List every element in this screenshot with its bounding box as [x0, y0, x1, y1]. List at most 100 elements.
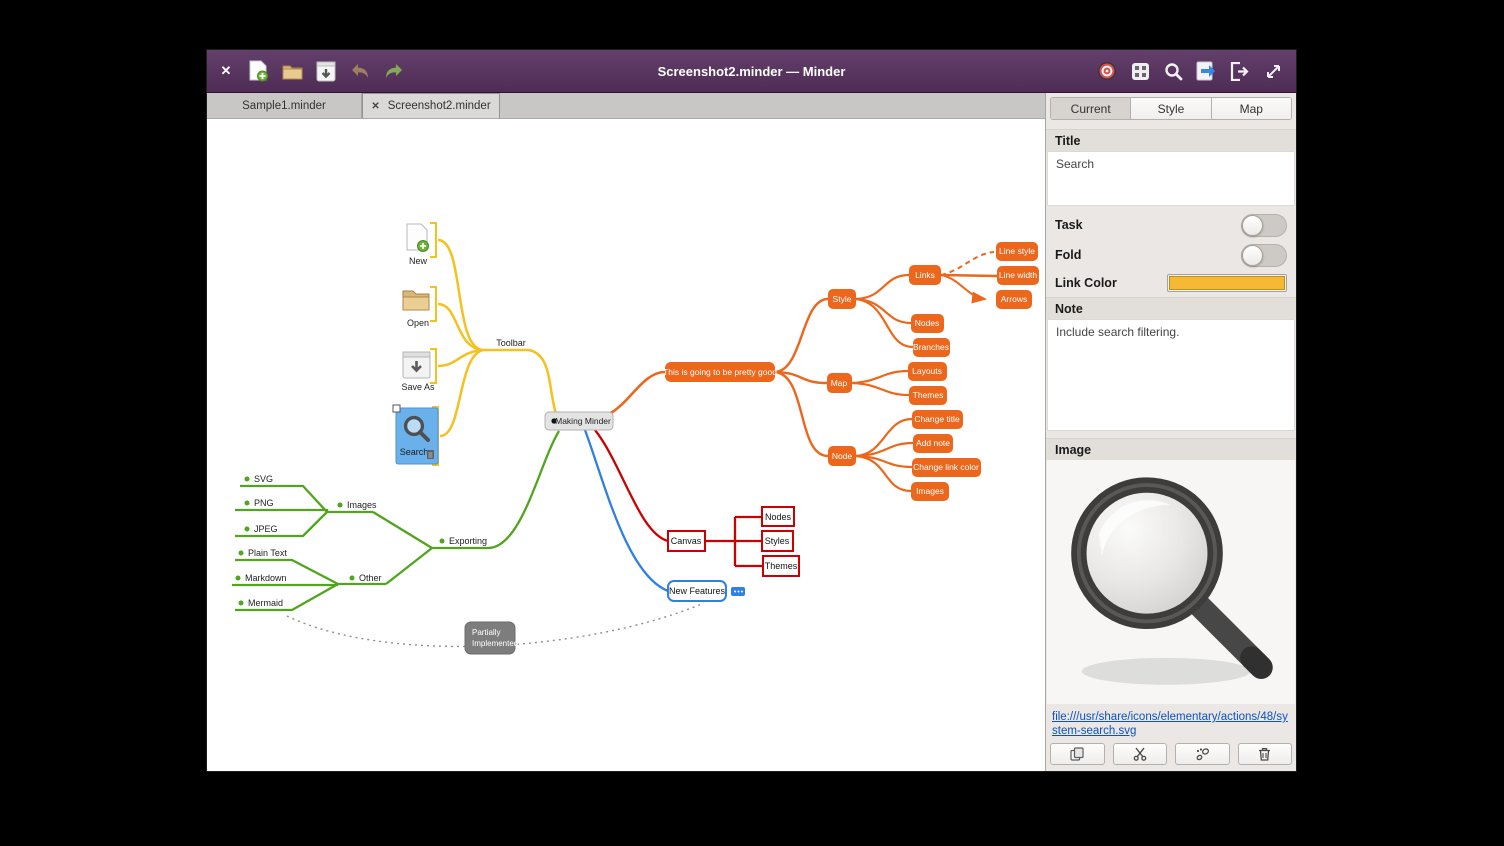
fullscreen-button[interactable]	[1263, 59, 1284, 83]
node-search-selected[interactable]: Search	[393, 405, 438, 464]
node-other[interactable]: Other	[359, 573, 382, 583]
redo-button[interactable]	[383, 59, 405, 83]
svg-text:Themes: Themes	[913, 390, 944, 400]
svg-text:New Features: New Features	[669, 586, 726, 596]
link-color-swatch	[1169, 276, 1285, 290]
node-toolbar[interactable]: Toolbar	[496, 338, 526, 348]
quit-button[interactable]	[1229, 59, 1250, 83]
fold-row: Fold	[1046, 240, 1296, 270]
tab-map[interactable]: Map	[1212, 98, 1291, 119]
branch-exporting-bullets	[236, 477, 445, 606]
svg-text:Add note: Add note	[916, 438, 950, 448]
sidebar: Current Style Map Title Search Task Fold…	[1045, 93, 1296, 771]
title-section-label: Title	[1046, 129, 1296, 151]
save-icon	[316, 61, 336, 82]
save-button[interactable]	[315, 59, 337, 83]
focus-mode-button[interactable]	[1096, 59, 1117, 83]
link-color-button[interactable]	[1167, 274, 1287, 292]
node-jpeg[interactable]: JPEG	[254, 524, 278, 534]
cut-icon	[1133, 747, 1147, 761]
export-button[interactable]	[1196, 59, 1217, 83]
tab-label: Screenshot2.minder	[388, 100, 491, 112]
svg-text:Themes: Themes	[765, 561, 798, 571]
node-new-features[interactable]: New Features	[668, 581, 726, 601]
image-preview[interactable]	[1047, 460, 1295, 704]
svg-text:Nodes: Nodes	[765, 512, 792, 522]
export-icon	[1196, 61, 1217, 81]
search-icon	[1164, 62, 1183, 81]
open-button[interactable]	[281, 59, 303, 83]
task-row: Task	[1046, 210, 1296, 240]
copy-button[interactable]	[1050, 743, 1105, 765]
node-exporting[interactable]: Exporting	[449, 536, 487, 546]
svg-text:Line style: Line style	[999, 246, 1035, 256]
undo-icon	[350, 63, 370, 79]
node-mermaid[interactable]: Mermaid	[248, 598, 283, 608]
mindmap: Toolbar New Open	[207, 119, 1045, 771]
node-plain-text[interactable]: Plain Text	[248, 548, 287, 558]
svg-text:Styles: Styles	[765, 536, 790, 546]
tab-current[interactable]: Current	[1051, 98, 1131, 119]
title-input[interactable]: Search	[1047, 151, 1295, 206]
copy-icon	[1070, 747, 1084, 761]
paste-button[interactable]	[1175, 743, 1230, 765]
link-color-row: Link Color	[1046, 270, 1296, 296]
close-window-icon[interactable]: ✕	[217, 63, 235, 79]
resize-icon	[1265, 63, 1282, 80]
branch-toolbar-links	[430, 223, 556, 465]
overview-grid-icon	[1131, 62, 1150, 81]
search-button[interactable]	[1163, 59, 1184, 83]
delete-button[interactable]	[1238, 743, 1293, 765]
tab-screenshot2[interactable]: ✕ Screenshot2.minder	[362, 93, 500, 118]
node-partially-implemented[interactable]: Partially Implemented	[465, 622, 518, 654]
fold-toggle[interactable]	[1241, 244, 1287, 267]
note-input[interactable]: Include search filtering.	[1047, 319, 1295, 431]
titlebar[interactable]: Screenshot2.minder — Minder ✕	[207, 50, 1296, 93]
cut-button[interactable]	[1113, 743, 1168, 765]
magnifier-image	[1053, 462, 1289, 702]
node-images-export[interactable]: Images	[347, 500, 377, 510]
tab-bar: Sample1.minder ✕ Screenshot2.minder	[207, 93, 1045, 119]
trash-icon	[1258, 747, 1271, 761]
tab-close-icon[interactable]: ✕	[371, 101, 379, 112]
tab-label: Sample1.minder	[242, 100, 326, 112]
mindmap-canvas[interactable]: Toolbar New Open	[207, 119, 1045, 771]
node-new[interactable]: New	[407, 224, 429, 266]
svg-text:Style: Style	[833, 294, 852, 304]
svg-text:Line width: Line width	[999, 270, 1038, 280]
svg-text:Canvas: Canvas	[671, 536, 702, 546]
sticker-badge-icon[interactable]	[731, 587, 745, 596]
minder-window: Screenshot2.minder — Minder ✕	[207, 50, 1296, 771]
node-svg[interactable]: SVG	[254, 474, 273, 484]
branch-new-features-link	[585, 430, 668, 591]
svg-text:Branches: Branches	[913, 342, 949, 352]
new-document-icon	[249, 60, 268, 82]
svg-text:Links: Links	[915, 270, 935, 280]
node-markdown[interactable]: Markdown	[245, 573, 287, 583]
selection-handle[interactable]	[393, 405, 400, 412]
svg-text:Nodes: Nodes	[915, 318, 940, 328]
svg-text:Partially: Partially	[472, 628, 500, 637]
image-file-link[interactable]: file:///usr/share/icons/elementary/actio…	[1052, 711, 1290, 739]
tab-sample1[interactable]: Sample1.minder	[207, 93, 362, 118]
node-open[interactable]: Open	[403, 291, 429, 328]
svg-text:Map: Map	[831, 378, 848, 388]
note-indicator-icon	[427, 450, 434, 459]
svg-text:This is going to be pretty goo: This is going to be pretty good	[663, 367, 777, 377]
task-toggle[interactable]	[1241, 214, 1287, 237]
tab-style[interactable]: Style	[1131, 98, 1211, 119]
svg-text:Node: Node	[832, 451, 853, 461]
undo-button[interactable]	[349, 59, 371, 83]
open-folder-icon	[282, 62, 303, 80]
node-save-as[interactable]: Save As	[401, 352, 435, 392]
svg-text:Images: Images	[916, 486, 944, 496]
node-open-label: Open	[407, 318, 429, 328]
note-section-label: Note	[1046, 297, 1296, 319]
target-icon	[1097, 61, 1117, 81]
map-overview-button[interactable]	[1129, 59, 1150, 83]
exit-icon	[1230, 62, 1251, 81]
paste-icon	[1195, 747, 1210, 761]
new-document-button[interactable]	[247, 59, 269, 83]
node-png[interactable]: PNG	[254, 498, 274, 508]
node-root[interactable]: Making Minder	[545, 412, 613, 430]
